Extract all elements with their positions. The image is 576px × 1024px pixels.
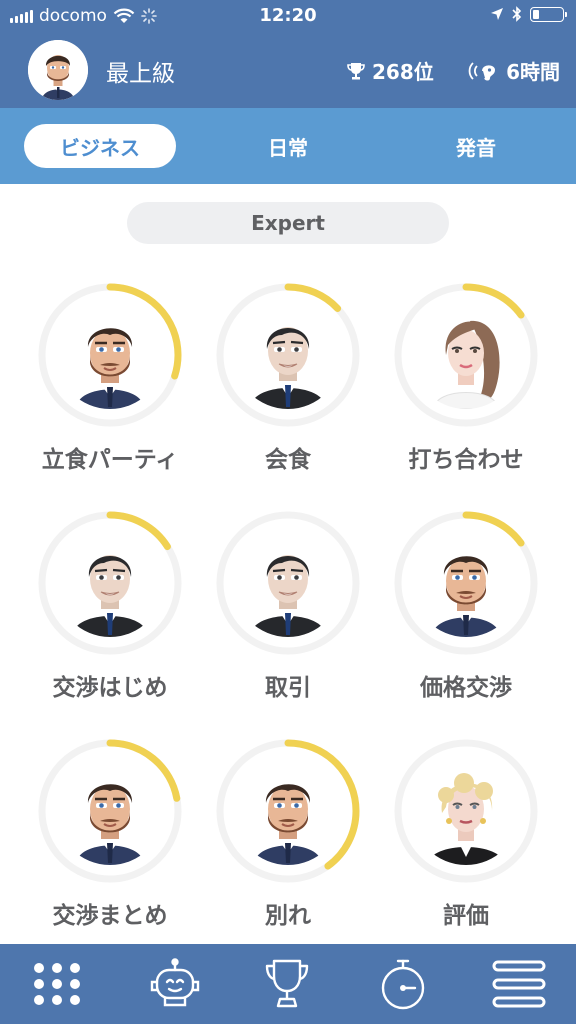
level-selector[interactable]: Expert [127,202,449,244]
scenario-label: 立食パーティ [41,447,179,473]
nav-menu[interactable] [484,954,554,1014]
scenario-label: 別れ [265,903,311,929]
avatar [412,757,520,865]
scenario-label: 打ち合わせ [408,447,524,473]
robot-icon [150,958,200,1007]
nav-ranking[interactable] [252,954,322,1014]
avatar [56,529,164,637]
avatar [234,301,342,409]
tab-pronunciation[interactable]: 発音 [400,124,552,168]
nav-timer[interactable] [368,954,438,1014]
nav-home[interactable] [22,954,92,1014]
scenario-card-meeting[interactable]: 打ち合わせ [376,280,556,490]
stopwatch-icon [381,959,425,1010]
scenario-card-negotiation-close[interactable]: 交渉まとめ [20,736,200,946]
bottom-nav [0,944,576,1024]
trophy-icon [265,959,309,1008]
scenario-label: 評価 [443,903,489,929]
scenario-label: 会食 [265,447,311,473]
avatar [412,529,520,637]
user-avatar[interactable] [28,40,88,100]
avatar [234,529,342,637]
grid-icon [34,963,80,1005]
scenario-card-standing-party[interactable]: 立食パーティ [20,280,200,490]
nav-ai-chat[interactable] [140,954,210,1014]
scenario-label: 交渉はじめ [52,675,168,701]
scenario-label: 交渉まとめ [52,903,168,929]
avatar [56,757,164,865]
category-tabs: ビジネス 日常 発音 [0,108,576,184]
scenario-card-deal[interactable]: 取引 [198,508,378,718]
battery-icon [530,6,567,22]
menu-icon [492,960,546,1008]
bluetooth-icon [512,6,522,22]
scenario-card-evaluation[interactable]: 評価 [376,736,556,946]
app-header: 最上級 268位 6時間 [0,32,576,108]
scenario-label: 取引 [265,675,311,701]
ranking[interactable]: 268位 [346,56,434,85]
study-time-value: 6時間 [506,60,560,84]
trophy-icon [347,62,365,79]
tab-business[interactable]: ビジネス [24,124,176,168]
avatar [412,301,520,409]
scenario-card-dinner[interactable]: 会食 [198,280,378,490]
scenario-card-farewell[interactable]: 別れ [198,736,378,946]
location-icon [491,8,503,20]
scenario-grid: 立食パーティ 会食 打ち合わせ 交渉はじめ 取引 価格交渉 交渉まとめ 別れ 評… [0,280,576,940]
status-bar: docomo 12:20 [0,0,576,32]
rank-value: 268位 [372,60,434,84]
scenario-card-price-negotiation[interactable]: 価格交渉 [376,508,556,718]
listening-icon [468,61,496,80]
scenario-label: 価格交渉 [420,675,512,701]
study-time[interactable]: 6時間 [466,56,560,85]
tab-daily[interactable]: 日常 [212,124,364,168]
user-level: 最上級 [106,61,175,87]
avatar [234,757,342,865]
scenario-card-negotiation-start[interactable]: 交渉はじめ [20,508,200,718]
avatar [56,301,164,409]
